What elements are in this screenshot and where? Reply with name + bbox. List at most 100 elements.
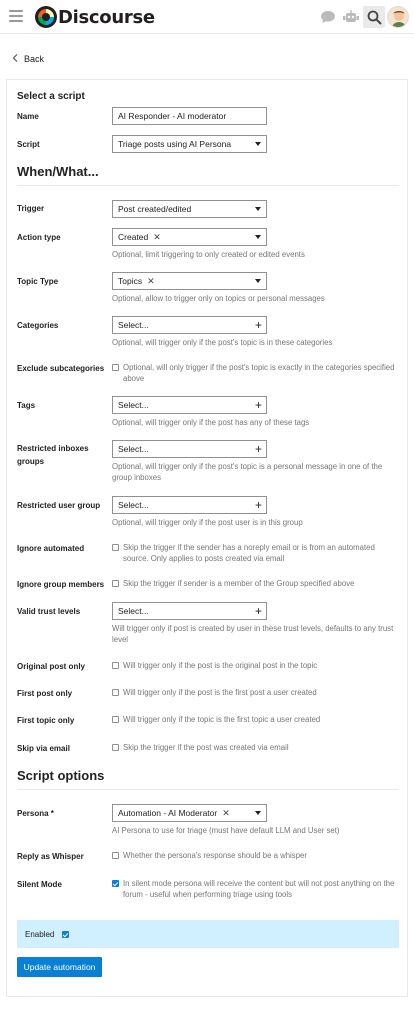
logo-text: Discourse bbox=[58, 6, 155, 28]
silent-mode-checkbox[interactable] bbox=[112, 880, 119, 887]
script-options-heading: Script options bbox=[17, 768, 105, 783]
caret-down-icon bbox=[255, 142, 261, 146]
reply-as-whisper-label: Reply as Whisper bbox=[17, 852, 84, 861]
exclude-subcategories-help: Optional, will only trigger if the post'… bbox=[123, 363, 395, 383]
original-post-only-checkbox[interactable] bbox=[112, 662, 119, 669]
tags-select[interactable]: Select... + bbox=[112, 396, 267, 414]
topic-type-label: Topic Type bbox=[17, 277, 59, 286]
script-select[interactable]: Triage posts using AI Persona bbox=[112, 135, 267, 153]
first-topic-only-checkbox[interactable] bbox=[112, 716, 119, 723]
user-avatar[interactable] bbox=[387, 6, 409, 28]
original-post-only-row: Will trigger only if the post is the ori… bbox=[112, 660, 397, 671]
valid-trust-levels-help: Will trigger only if post is created by … bbox=[112, 624, 394, 644]
tags-label: Tags bbox=[17, 401, 36, 410]
exclude-subcategories-row: Optional, will only trigger if the post'… bbox=[112, 362, 397, 384]
persona-value: Automation - AI Moderator bbox=[118, 808, 218, 818]
restricted-user-group-select[interactable]: Select... + bbox=[112, 496, 267, 514]
first-post-only-help: Will trigger only if the post is the fir… bbox=[123, 688, 317, 697]
original-post-only-help: Will trigger only if the post is the ori… bbox=[123, 661, 318, 670]
name-input[interactable]: AI Responder - AI moderator bbox=[112, 107, 267, 125]
valid-trust-levels-select[interactable]: Select... + bbox=[112, 602, 267, 620]
action-type-label: Action type bbox=[17, 233, 61, 242]
trigger-label: Trigger bbox=[17, 204, 45, 213]
divider bbox=[17, 789, 399, 790]
enabled-row: Enabled bbox=[17, 920, 399, 948]
caret-down-icon bbox=[255, 235, 261, 239]
categories-help: Optional, will trigger only if the post'… bbox=[112, 338, 333, 347]
categories-select[interactable]: Select... + bbox=[112, 316, 267, 334]
persona-label: Persona * bbox=[17, 809, 54, 818]
back-label: Back bbox=[24, 54, 45, 64]
action-type-value: Created bbox=[118, 232, 149, 242]
caret-down-icon bbox=[255, 811, 261, 815]
restricted-inboxes-label: Restricted inboxes groups bbox=[17, 444, 89, 466]
enabled-label: Enabled bbox=[25, 929, 55, 939]
tags-help: Optional, will trigger only if the post … bbox=[112, 418, 310, 427]
first-topic-only-row: Will trigger only if the topic is the fi… bbox=[112, 714, 397, 725]
original-post-only-label: Original post only bbox=[17, 662, 86, 671]
silent-mode-row: In silent mode persona will receive the … bbox=[112, 878, 397, 900]
caret-down-icon bbox=[255, 279, 261, 283]
persona-help: AI Persona to use for triage (must have … bbox=[112, 826, 340, 835]
reply-as-whisper-row: Whether the persona's response should be… bbox=[112, 850, 397, 861]
categories-value: Select... bbox=[118, 320, 149, 330]
topic-type-select[interactable]: Topics ✕ bbox=[112, 272, 267, 290]
ignore-group-members-help: Skip the trigger if sender is a member o… bbox=[123, 579, 355, 588]
trigger-value: Post created/edited bbox=[118, 204, 192, 214]
silent-mode-label: Silent Mode bbox=[17, 880, 62, 889]
plus-icon: + bbox=[254, 398, 262, 412]
plus-icon: + bbox=[254, 604, 262, 618]
plus-icon: + bbox=[254, 318, 262, 332]
restricted-user-group-value: Select... bbox=[118, 500, 149, 510]
skip-via-email-label: Skip via email bbox=[17, 744, 70, 753]
action-type-select[interactable]: Created ✕ bbox=[112, 228, 267, 246]
first-post-only-row: Will trigger only if the post is the fir… bbox=[112, 687, 397, 698]
skip-via-email-row: Skip the trigger if the post was created… bbox=[112, 742, 397, 753]
first-post-only-label: First post only bbox=[17, 689, 73, 698]
enabled-checkbox[interactable] bbox=[62, 930, 70, 938]
clear-icon[interactable]: ✕ bbox=[153, 232, 161, 243]
plus-icon: + bbox=[254, 442, 262, 456]
plus-icon: + bbox=[254, 498, 262, 512]
trigger-select[interactable]: Post created/edited bbox=[112, 200, 267, 218]
first-topic-only-help: Will trigger only if the topic is the fi… bbox=[123, 715, 321, 724]
restricted-inboxes-value: Select... bbox=[118, 444, 149, 454]
script-value: Triage posts using AI Persona bbox=[118, 139, 232, 149]
ignore-automated-checkbox[interactable] bbox=[112, 544, 119, 551]
divider bbox=[17, 185, 399, 186]
exclude-subcategories-checkbox[interactable] bbox=[112, 364, 119, 371]
caret-down-icon bbox=[255, 207, 261, 211]
first-post-only-checkbox[interactable] bbox=[112, 689, 119, 696]
tags-value: Select... bbox=[118, 400, 149, 410]
ignore-group-members-label: Ignore group members bbox=[17, 580, 105, 589]
skip-via-email-checkbox[interactable] bbox=[112, 744, 119, 751]
site-logo[interactable]: Discourse bbox=[35, 5, 155, 29]
robot-icon[interactable] bbox=[340, 6, 362, 28]
action-type-help: Optional, limit triggering to only creat… bbox=[112, 250, 305, 259]
reply-as-whisper-help: Whether the persona's response should be… bbox=[123, 851, 307, 860]
search-icon[interactable] bbox=[363, 6, 385, 28]
restricted-inboxes-select[interactable]: Select... + bbox=[112, 440, 267, 458]
reply-as-whisper-checkbox[interactable] bbox=[112, 852, 119, 859]
chat-icon[interactable] bbox=[317, 6, 339, 28]
back-link[interactable]: Back bbox=[12, 54, 44, 64]
update-automation-button[interactable]: Update automation bbox=[17, 957, 102, 977]
persona-select[interactable]: Automation - AI Moderator ✕ bbox=[112, 804, 267, 822]
hamburger-menu-icon[interactable] bbox=[9, 10, 23, 22]
when-what-heading: When/What... bbox=[17, 164, 99, 179]
ignore-group-members-checkbox[interactable] bbox=[112, 580, 119, 587]
ignore-automated-label: Ignore automated bbox=[17, 544, 85, 553]
exclude-subcategories-label: Exclude subcategories bbox=[17, 364, 105, 373]
silent-mode-help: In silent mode persona will receive the … bbox=[123, 879, 395, 899]
valid-trust-levels-value: Select... bbox=[118, 606, 149, 616]
select-script-heading: Select a script bbox=[17, 91, 85, 102]
clear-icon[interactable]: ✕ bbox=[222, 808, 230, 819]
site-header: Discourse bbox=[0, 0, 414, 34]
skip-via-email-help: Skip the trigger if the post was created… bbox=[123, 743, 289, 752]
topic-type-help: Optional, allow to trigger only on topic… bbox=[112, 294, 325, 303]
ignore-automated-row: Skip the trigger if the sender has a nor… bbox=[112, 542, 397, 564]
clear-icon[interactable]: ✕ bbox=[147, 276, 155, 287]
discourse-logo-icon bbox=[35, 6, 57, 28]
restricted-inboxes-help: Optional, will trigger only if the post'… bbox=[112, 462, 383, 482]
restricted-user-group-label: Restricted user group bbox=[17, 501, 101, 510]
